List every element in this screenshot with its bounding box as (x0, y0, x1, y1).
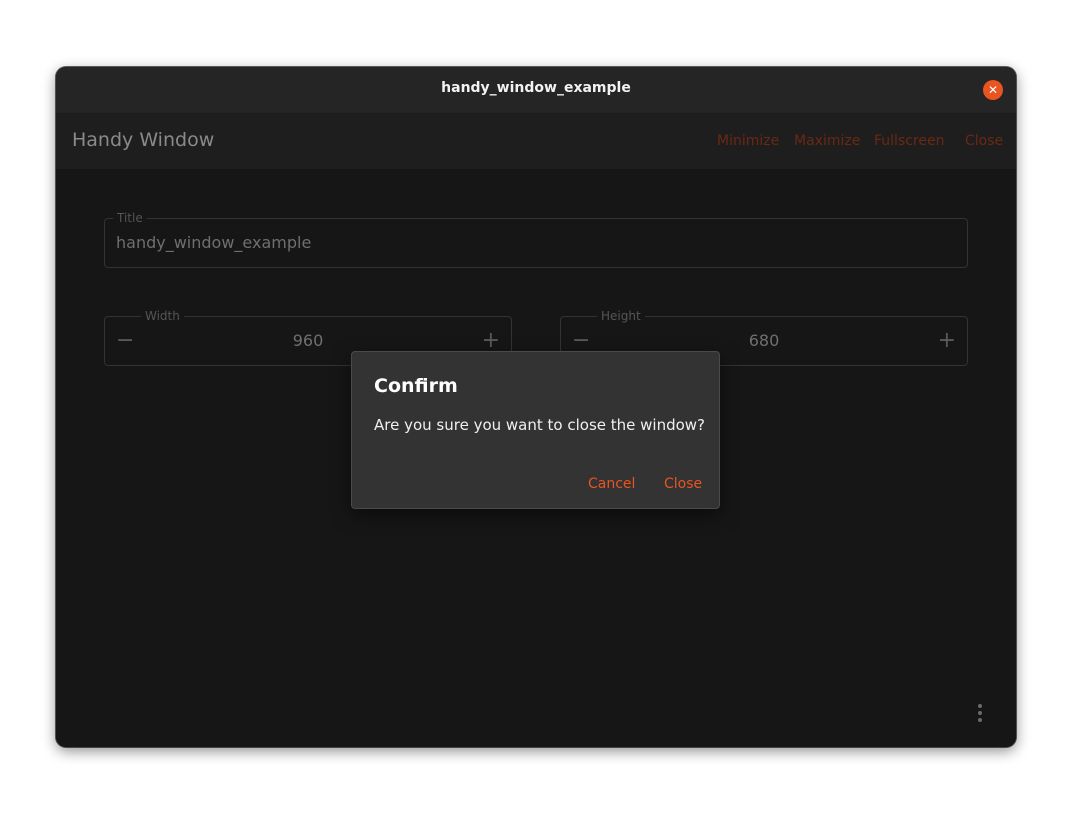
maximize-button[interactable]: Maximize (794, 133, 860, 149)
minimize-button[interactable]: Minimize (717, 133, 779, 149)
height-increment-button[interactable]: + (938, 329, 956, 353)
width-stepper-label: Width (141, 309, 184, 323)
confirm-dialog: Confirm Are you sure you want to close t… (351, 351, 720, 509)
close-icon: ✕ (987, 83, 999, 97)
dialog-title: Confirm (374, 375, 458, 397)
app-bar: Handy Window Minimize Maximize Fullscree… (56, 114, 1016, 169)
window-close-button[interactable]: ✕ (983, 80, 1003, 100)
window-titlebar[interactable]: handy_window_example ✕ (56, 67, 1016, 114)
title-field-value[interactable]: handy_window_example (116, 233, 311, 252)
close-button[interactable]: Close (965, 133, 1003, 149)
dialog-close-button[interactable]: Close (664, 476, 702, 492)
dialog-message: Are you sure you want to close the windo… (374, 416, 706, 434)
app-bar-title: Handy Window (72, 129, 215, 151)
window-title: handy_window_example (441, 80, 631, 96)
width-value[interactable]: 960 (105, 331, 511, 350)
width-increment-button[interactable]: + (482, 329, 500, 353)
more-vert-icon[interactable] (976, 704, 984, 722)
cancel-button[interactable]: Cancel (588, 476, 635, 492)
title-field[interactable]: Title handy_window_example (104, 211, 968, 268)
height-stepper-label: Height (597, 309, 645, 323)
fullscreen-button[interactable]: Fullscreen (874, 133, 944, 149)
title-field-label: Title (113, 211, 147, 225)
height-value[interactable]: 680 (561, 331, 967, 350)
